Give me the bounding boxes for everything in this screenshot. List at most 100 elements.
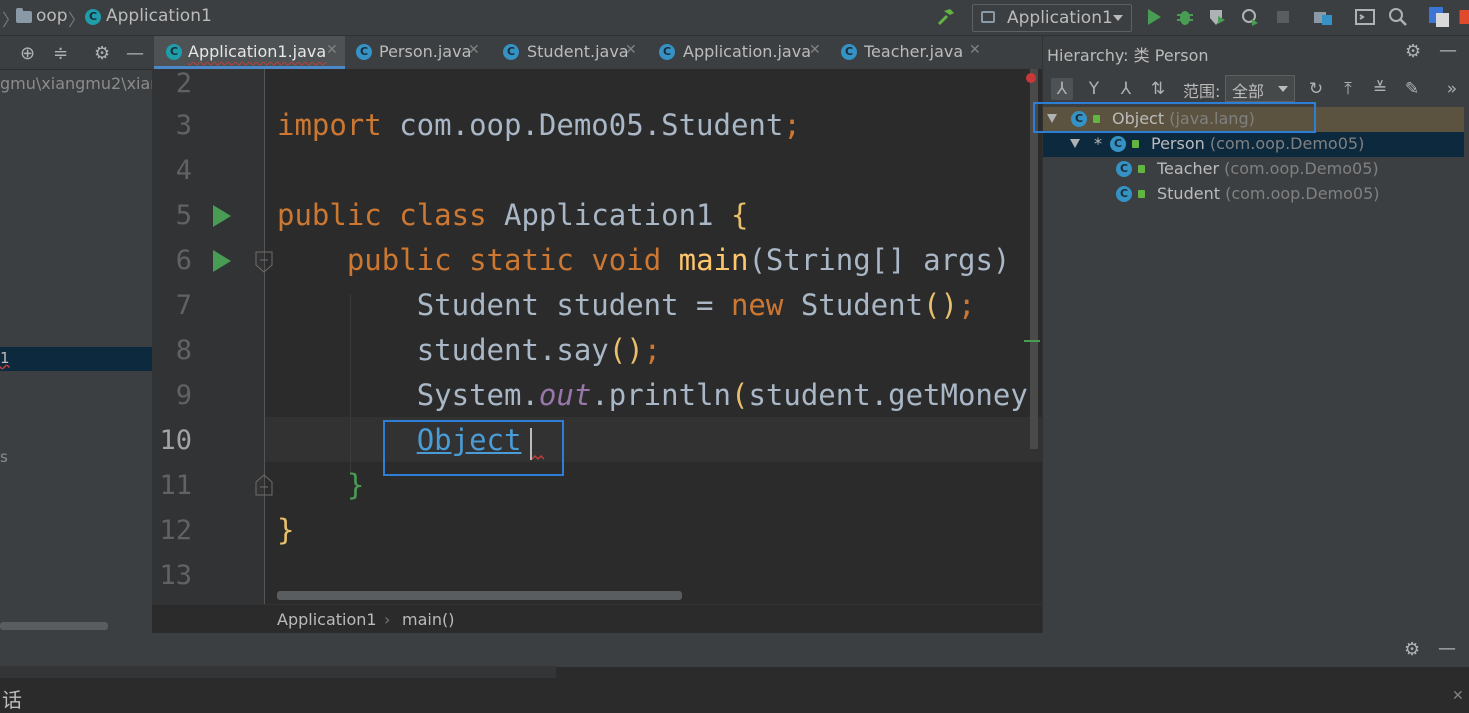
hierarchy-subtitle: 类 Person	[1134, 46, 1209, 65]
profile-icon[interactable]	[1240, 7, 1260, 27]
code-line-3: import com.oop.Demo05.Student;	[277, 108, 801, 142]
line-number: 13	[152, 560, 192, 591]
paren-token: ()	[609, 333, 644, 367]
translate-icon[interactable]	[1429, 7, 1449, 27]
run-configuration-select[interactable]: Application1	[972, 4, 1132, 32]
breadcrumb-class[interactable]: Application1	[277, 610, 377, 629]
code-token: student.say	[417, 333, 609, 367]
keyword-token: void	[591, 243, 661, 277]
bottom-tool-window-header: ⚙ —	[0, 633, 1469, 667]
sort-alphabetically-icon[interactable]: ⇅	[1147, 78, 1169, 100]
run-icon[interactable]	[1144, 7, 1164, 27]
subtypes-hierarchy-icon[interactable]: ⅄	[1115, 78, 1137, 100]
paren-token: (	[731, 378, 748, 412]
method-name-token: main	[679, 243, 749, 277]
java-class-icon: C	[841, 44, 857, 60]
line-number: 2	[152, 69, 192, 99]
annotation-highlight-box	[383, 420, 564, 476]
collapse-icon[interactable]: ≑	[53, 43, 68, 64]
line-number: 11	[152, 470, 192, 501]
keyword-token: class	[399, 198, 486, 232]
tree-row-person[interactable]: * C Person (com.oop.Demo05)	[1043, 132, 1464, 157]
close-icon[interactable]: ✕	[969, 42, 981, 58]
coverage-icon[interactable]	[1207, 7, 1227, 27]
close-icon[interactable]: ✕	[1452, 688, 1464, 704]
breadcrumb-project[interactable]: oop	[36, 6, 68, 26]
gear-icon[interactable]: ⚙	[1404, 639, 1420, 660]
tree-row-teacher[interactable]: C Teacher (com.oop.Demo05)	[1043, 157, 1464, 182]
code-token: com.oop.Demo05.Student	[382, 108, 784, 142]
fold-collapse-icon[interactable]	[255, 251, 273, 273]
minimize-icon[interactable]: —	[1438, 638, 1456, 659]
tab-person-java[interactable]: C Person.java ✕	[348, 36, 488, 69]
close-icon[interactable]: ✕	[326, 42, 338, 58]
pin-icon[interactable]: ✎	[1401, 78, 1423, 100]
line-number: 5	[152, 200, 192, 231]
editor-breadcrumbs: Application1 › main()	[152, 604, 1042, 634]
paren-token: ()	[923, 288, 958, 322]
build-hammer-icon[interactable]	[936, 7, 956, 27]
class-name: Person	[1151, 134, 1205, 153]
more-icon[interactable]: »	[1441, 78, 1463, 100]
project-path: gmu\xiangmu2\xian	[0, 74, 160, 93]
editor-tabs: C Application1.java ✕ C Person.java ✕ C …	[152, 36, 1042, 70]
project-structure-icon[interactable]	[1313, 7, 1333, 27]
line-number: 4	[152, 155, 192, 186]
export-icon[interactable]: ⤒	[1337, 78, 1359, 100]
gear-icon[interactable]: ⚙	[1405, 41, 1421, 62]
error-stripe-icon[interactable]	[1026, 73, 1036, 83]
type-hierarchy-icon[interactable]: ⅄	[1051, 78, 1073, 100]
tab-application-java[interactable]: C Application.java ✕	[648, 36, 828, 69]
hierarchy-title-label: Hierarchy:	[1047, 46, 1129, 65]
editor-horizontal-scrollbar[interactable]	[277, 591, 682, 600]
brace-token: }	[277, 513, 294, 547]
code-line-7: Student student = new Student();	[277, 288, 975, 322]
code-editor[interactable]: 2 3 4 5 6 7 8 9 10 11 12 13 import com.o…	[152, 69, 1042, 604]
search-icon[interactable]	[1388, 7, 1408, 27]
close-icon[interactable]: ✕	[625, 42, 637, 58]
expand-arrow-icon[interactable]	[1070, 139, 1080, 148]
code-line-6: public static void main(String[] args)	[277, 243, 1010, 277]
run-config-icon	[981, 11, 995, 23]
project-tree-item[interactable]: s	[0, 448, 8, 466]
locate-icon[interactable]: ⊕	[20, 43, 35, 64]
tab-label: Application.java	[683, 42, 811, 61]
java-class-icon: C	[1116, 186, 1132, 202]
run-class-icon[interactable]	[213, 205, 231, 227]
breadcrumb-method[interactable]: main()	[402, 610, 454, 629]
semicolon-token: ;	[958, 288, 975, 322]
class-name: Teacher	[1157, 159, 1219, 178]
close-icon[interactable]: ✕	[809, 42, 821, 58]
tab-teacher-java[interactable]: C Teacher.java ✕	[833, 36, 983, 69]
scope-select[interactable]: 全部	[1225, 75, 1295, 102]
minimize-icon[interactable]: —	[1439, 40, 1457, 61]
code-token: Student student =	[417, 288, 731, 322]
stop-icon[interactable]	[1273, 7, 1293, 27]
breadcrumb-file[interactable]: Application1	[106, 6, 212, 26]
gutter-divider	[264, 69, 265, 604]
tree-row-student[interactable]: C Student (com.oop.Demo05)	[1043, 182, 1464, 207]
tab-student-java[interactable]: C Student.java ✕	[493, 36, 643, 69]
debug-icon[interactable]	[1175, 7, 1195, 27]
supertypes-hierarchy-icon[interactable]: Y	[1083, 78, 1105, 100]
code-token: System.	[417, 378, 539, 412]
java-class-icon: C	[356, 44, 372, 60]
gear-icon[interactable]: ⚙	[94, 43, 110, 64]
expand-all-icon[interactable]: ≚	[1369, 78, 1391, 100]
project-panel-toolbar: ⊕ ≑ ⚙ —	[0, 36, 152, 70]
project-horizontal-scrollbar[interactable]	[0, 622, 108, 630]
plugin-icon[interactable]	[1456, 7, 1469, 27]
fold-end-icon[interactable]	[255, 474, 273, 496]
code-token: .println	[591, 378, 731, 412]
refresh-icon[interactable]: ↻	[1305, 78, 1327, 100]
minimize-icon[interactable]: —	[126, 43, 144, 64]
run-method-icon[interactable]	[213, 250, 231, 272]
scope-value: 全部	[1232, 78, 1264, 102]
terminal-icon[interactable]	[1355, 7, 1375, 27]
project-tree-selected-row[interactable]: 1	[0, 347, 152, 371]
tab-application1-java[interactable]: C Application1.java ✕	[154, 36, 345, 69]
java-class-icon: C	[1110, 136, 1126, 152]
line-number: 8	[152, 335, 192, 366]
semicolon-token: ;	[783, 108, 800, 142]
close-icon[interactable]: ✕	[468, 42, 480, 58]
